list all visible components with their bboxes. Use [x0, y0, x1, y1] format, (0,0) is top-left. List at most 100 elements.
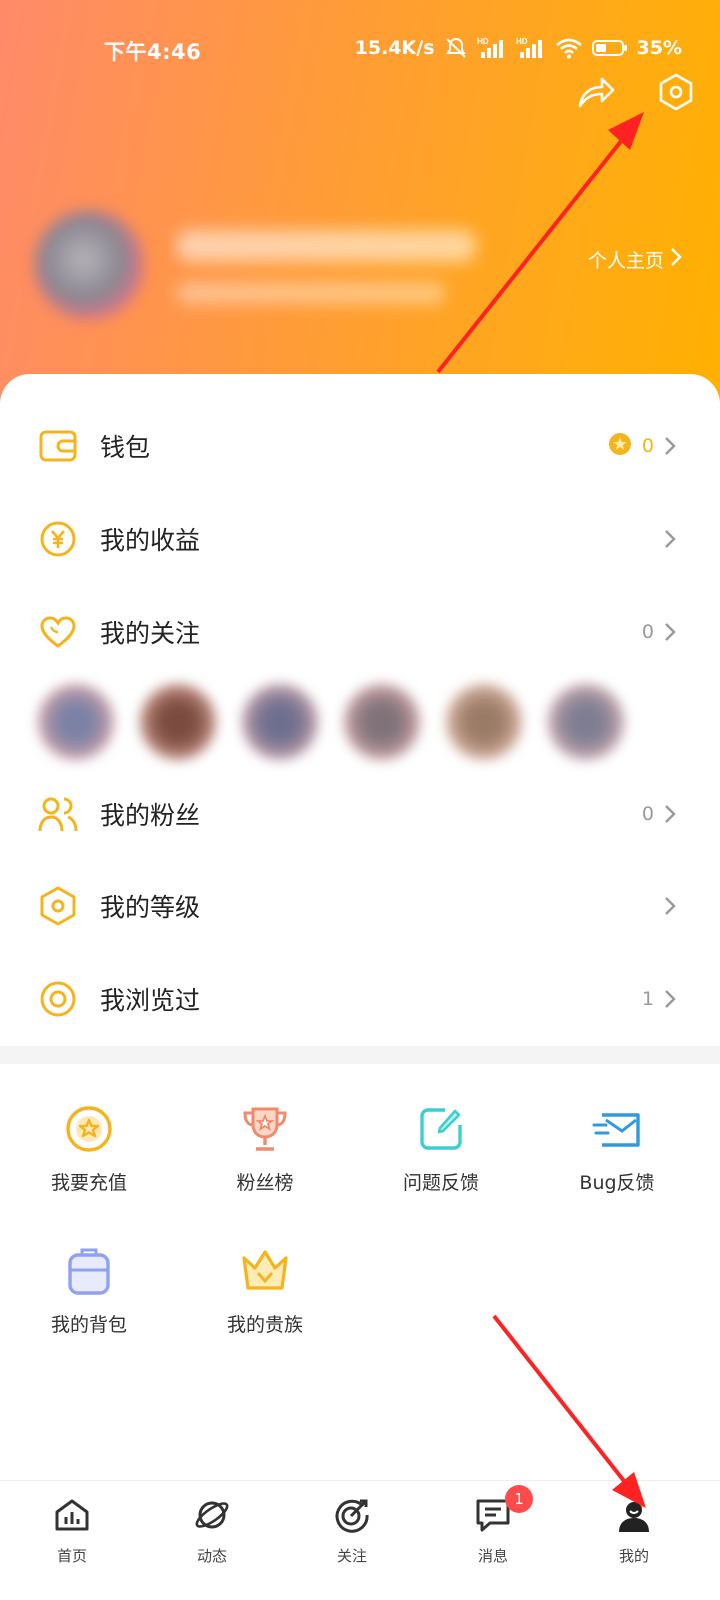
row-right: 1 — [642, 988, 676, 1010]
menu-row-wallet[interactable]: 钱包 0 — [0, 401, 720, 491]
avatar[interactable] — [446, 684, 522, 760]
star-coin-icon — [64, 1104, 114, 1154]
user-id-blurred — [176, 282, 446, 304]
chevron-right-icon — [664, 529, 676, 549]
eye-circle-icon — [38, 979, 78, 1019]
menu-label: 我的粉丝 — [100, 801, 201, 830]
status-indicators: 15.4K/s HD HD 35% — [355, 36, 682, 60]
nav-item-home[interactable]: 首页 — [22, 1495, 122, 1585]
wallet-balance: 0 — [608, 432, 676, 461]
nav-item-feed[interactable]: 动态 — [162, 1495, 262, 1585]
avatar[interactable] — [344, 684, 420, 760]
settings-button[interactable] — [654, 72, 698, 116]
profile-summary[interactable]: 个人主页 — [34, 210, 684, 320]
chevron-right-icon — [664, 896, 676, 916]
menu-label: 我的收益 — [100, 526, 201, 555]
chevron-right-icon — [664, 804, 676, 824]
wifi-icon — [555, 37, 583, 59]
menu-row-earnings[interactable]: 我的收益 — [0, 494, 720, 584]
users-icon — [38, 794, 78, 834]
menu-label: 我浏览过 — [100, 986, 201, 1015]
wallet-icon — [38, 426, 78, 466]
grid-item-feedback[interactable]: 问题反馈 — [366, 1104, 516, 1204]
profile-header: 下午4:46 15.4K/s HD HD 35% 个人主页 — [0, 0, 720, 420]
following-avatars — [28, 670, 648, 774]
status-time: 下午4:46 — [104, 40, 202, 64]
grid-label: Bug反馈 — [579, 1172, 655, 1194]
nav-label: 消息 — [477, 1547, 508, 1565]
grid-label: 我的背包 — [50, 1314, 127, 1336]
nav-item-me[interactable]: 我的 — [584, 1495, 684, 1585]
grid-item-fan-rank[interactable]: 粉丝榜 — [190, 1104, 340, 1204]
net-speed: 15.4K/s — [354, 37, 435, 59]
menu-row-history[interactable]: 我浏览过 1 — [0, 954, 720, 1044]
nav-item-messages[interactable]: 1 消息 — [443, 1485, 543, 1585]
homepage-link[interactable]: 个人主页 — [588, 246, 682, 273]
svg-text:HD: HD — [516, 37, 528, 46]
menu-label: 我的关注 — [100, 619, 201, 648]
yen-coin-icon — [38, 519, 78, 559]
grid-item-bug[interactable]: Bug反馈 — [542, 1104, 692, 1204]
edit-square-icon — [416, 1104, 466, 1154]
grid-item-backpack[interactable]: 我的背包 — [14, 1246, 164, 1346]
share-button[interactable] — [574, 72, 618, 116]
menu-row-fans[interactable]: 我的粉丝 0 — [0, 769, 720, 859]
nav-label: 动态 — [196, 1547, 227, 1565]
status-bar: 下午4:46 15.4K/s HD HD 35% — [0, 30, 720, 70]
share-icon — [576, 74, 616, 114]
hexagon-settings-icon — [656, 72, 696, 116]
chevron-right-icon — [670, 247, 682, 272]
bottom-nav: 首页 动态 关注 1 消息 我的 — [0, 1480, 720, 1600]
menu-row-following[interactable]: 我的关注 0 — [0, 587, 720, 677]
nav-label: 首页 — [56, 1547, 87, 1565]
hexagon-level-icon — [38, 886, 78, 926]
coin-star-icon — [608, 432, 632, 461]
grid-item-noble[interactable]: 我的贵族 — [190, 1246, 340, 1346]
chevron-right-icon — [664, 436, 676, 456]
signal-hd-icon: HD — [477, 36, 507, 60]
svg-text:HD: HD — [477, 37, 489, 46]
planet-icon — [192, 1495, 232, 1535]
nav-label: 我的 — [618, 1547, 649, 1565]
nav-label: 关注 — [336, 1547, 367, 1565]
target-icon — [332, 1495, 372, 1535]
crown-icon — [240, 1246, 290, 1296]
trophy-icon — [240, 1104, 290, 1154]
nav-item-follow[interactable]: 关注 — [302, 1495, 402, 1585]
section-divider — [0, 1046, 720, 1064]
header-actions — [574, 72, 698, 116]
row-right: 0 — [642, 803, 676, 825]
avatar[interactable] — [242, 684, 318, 760]
home-chart-icon — [52, 1495, 92, 1535]
chevron-right-icon — [664, 989, 676, 1009]
avatar[interactable] — [548, 684, 624, 760]
battery-icon — [591, 38, 628, 58]
row-right — [664, 529, 676, 549]
row-right: 0 — [642, 621, 676, 643]
homepage-label: 个人主页 — [587, 250, 664, 272]
battery-level: 35% — [636, 37, 682, 59]
row-right — [664, 896, 676, 916]
chevron-right-icon — [664, 622, 676, 642]
menu-label: 钱包 — [100, 433, 151, 462]
grid-label: 我要充值 — [50, 1172, 127, 1194]
fans-count: 0 — [641, 803, 654, 825]
user-active-icon — [614, 1495, 654, 1535]
mail-send-icon — [592, 1104, 642, 1154]
unread-badge: 1 — [505, 1485, 533, 1513]
avatar[interactable] — [34, 210, 144, 320]
grid-label: 问题反馈 — [402, 1172, 479, 1194]
username-blurred — [176, 230, 476, 262]
avatar[interactable] — [140, 684, 216, 760]
signal-hd-icon: HD — [516, 36, 546, 60]
heart-icon — [38, 612, 78, 652]
grid-label: 粉丝榜 — [236, 1172, 294, 1194]
grid-label: 我的贵族 — [226, 1314, 303, 1336]
avatar[interactable] — [38, 684, 114, 760]
wallet-value: 0 — [641, 435, 654, 457]
backpack-icon — [64, 1246, 114, 1296]
following-count: 0 — [641, 621, 654, 643]
menu-row-level[interactable]: 我的等级 — [0, 861, 720, 951]
mute-bell-icon — [444, 37, 468, 59]
grid-item-recharge[interactable]: 我要充值 — [14, 1104, 164, 1204]
